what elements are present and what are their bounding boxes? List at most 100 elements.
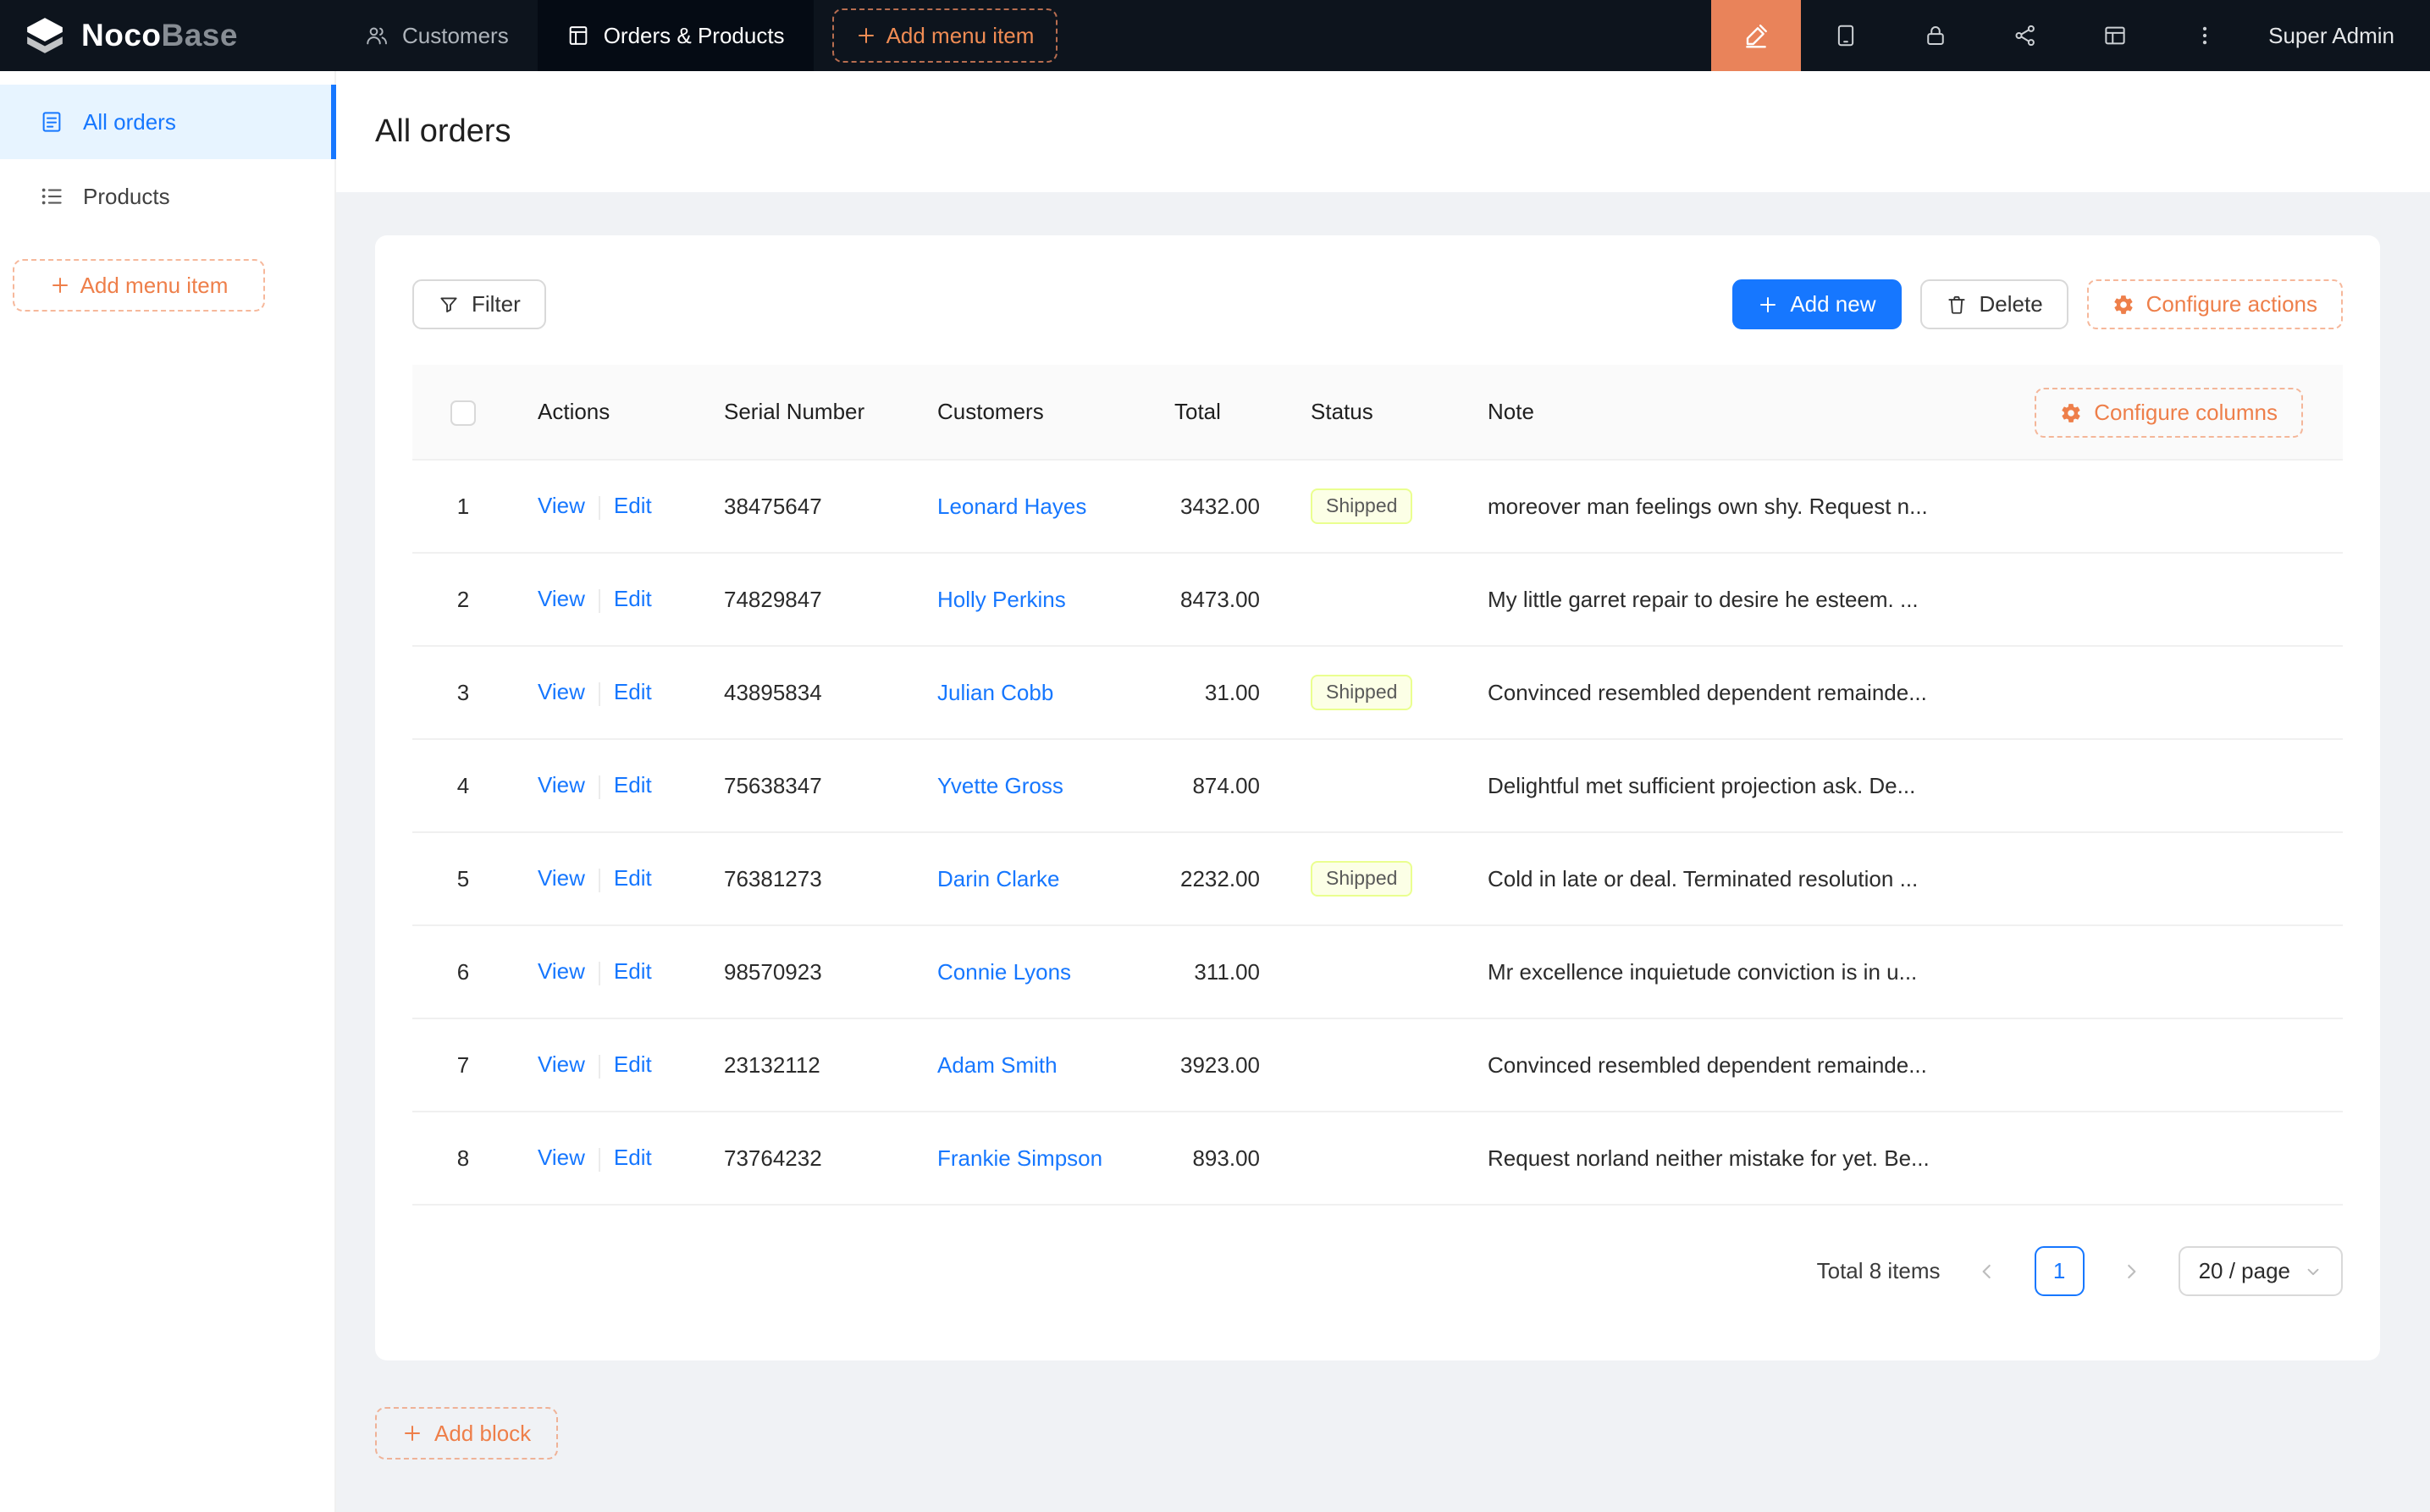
- add-new-button[interactable]: Add new: [1732, 279, 1901, 329]
- table-row: 4 ViewEdit 75638347 Yvette Gross 874.00 …: [412, 739, 2343, 832]
- customer-link[interactable]: Yvette Gross: [937, 773, 1063, 798]
- note-cell: Request norland neither mistake for yet.…: [1464, 1112, 2343, 1205]
- previous-page-button[interactable]: [1963, 1246, 2013, 1296]
- action-divider: [599, 869, 600, 892]
- view-link[interactable]: View: [538, 772, 585, 797]
- nav-spacer: [1058, 0, 1711, 71]
- serial-number-cell: 43895834: [700, 646, 914, 739]
- user-menu[interactable]: Super Admin: [2250, 0, 2430, 71]
- table-row: 2 ViewEdit 74829847 Holly Perkins 8473.0…: [412, 553, 2343, 646]
- logo[interactable]: NocoBase: [0, 0, 336, 71]
- customer-link[interactable]: Connie Lyons: [937, 959, 1071, 985]
- view-link[interactable]: View: [538, 1051, 585, 1077]
- row-index: 2: [412, 553, 514, 646]
- view-link[interactable]: View: [538, 679, 585, 704]
- total-cell: 3432.00: [1151, 460, 1287, 553]
- note-cell: Cold in late or deal. Terminated resolut…: [1464, 832, 2343, 925]
- tablet-icon: [1833, 23, 1858, 48]
- security-button[interactable]: [1891, 0, 1980, 71]
- customer-link[interactable]: Darin Clarke: [937, 866, 1060, 891]
- nav-add-menu-item-button[interactable]: Add menu item: [832, 8, 1058, 63]
- sidebar-add-menu-item-button[interactable]: Add menu item: [13, 259, 265, 312]
- serial-number-cell: 38475647: [700, 460, 914, 553]
- edit-link[interactable]: Edit: [614, 1145, 652, 1170]
- row-index: 5: [412, 832, 514, 925]
- ui-editor-button[interactable]: [1711, 0, 1801, 71]
- configure-columns-button[interactable]: Configure columns: [2035, 388, 2303, 438]
- view-link[interactable]: View: [538, 865, 585, 891]
- chevron-left-icon: [1976, 1261, 1998, 1283]
- more-button[interactable]: [2160, 0, 2250, 71]
- nav-tab-customers[interactable]: Customers: [336, 0, 538, 71]
- customer-cell: Holly Perkins: [914, 553, 1151, 646]
- serial-number-cell: 73764232: [700, 1112, 914, 1205]
- edit-link[interactable]: Edit: [614, 772, 652, 797]
- add-block-button[interactable]: Add block: [375, 1407, 558, 1460]
- lock-icon: [1923, 23, 1948, 48]
- api-button[interactable]: [1980, 0, 2070, 71]
- customer-link[interactable]: Julian Cobb: [937, 680, 1053, 705]
- action-divider: [599, 496, 600, 520]
- action-divider: [599, 589, 600, 613]
- nav-tab-orders-products[interactable]: Orders & Products: [538, 0, 814, 71]
- gear-icon: [2112, 294, 2135, 316]
- view-link[interactable]: View: [538, 493, 585, 518]
- layout-button[interactable]: [2070, 0, 2160, 71]
- row-index: 7: [412, 1018, 514, 1112]
- note-cell: Convinced resembled dependent remainde..…: [1464, 1018, 2343, 1112]
- column-header-serial-number: Serial Number: [700, 365, 914, 460]
- status-cell: Shipped: [1287, 832, 1464, 925]
- gear-icon: [2060, 402, 2082, 424]
- sidebar-item-all-orders[interactable]: All orders: [0, 85, 334, 159]
- status-cell: Shipped: [1287, 646, 1464, 739]
- total-cell: 3923.00: [1151, 1018, 1287, 1112]
- filter-icon: [438, 294, 460, 316]
- customer-link[interactable]: Holly Perkins: [937, 587, 1066, 612]
- layout-icon: [2102, 23, 2128, 48]
- customer-cell: Yvette Gross: [914, 739, 1151, 832]
- action-divider: [599, 682, 600, 706]
- sidebar-item-products[interactable]: Products: [0, 159, 334, 234]
- table-toolbar: Filter Add new: [412, 279, 2343, 329]
- row-actions: View Edit: [514, 739, 700, 832]
- status-cell: [1287, 739, 1464, 832]
- customer-link[interactable]: Adam Smith: [937, 1052, 1058, 1078]
- mobile-preview-button[interactable]: [1801, 0, 1891, 71]
- pagination: Total 8 items 1: [412, 1246, 2343, 1296]
- configure-actions-button[interactable]: Configure actions: [2087, 279, 2343, 329]
- status-tag: Shipped: [1311, 488, 1412, 524]
- status-tag: Shipped: [1311, 675, 1412, 710]
- row-index: 4: [412, 739, 514, 832]
- table-row: 1 ViewEdit 38475647 Leonard Hayes 3432.0…: [412, 460, 2343, 553]
- view-link[interactable]: View: [538, 586, 585, 611]
- next-page-button[interactable]: [2107, 1246, 2157, 1296]
- delete-button[interactable]: Delete: [1920, 279, 2068, 329]
- ellipsis-vertical-icon: [2192, 23, 2217, 48]
- edit-link[interactable]: Edit: [614, 679, 652, 704]
- share-nodes-icon: [2013, 23, 2038, 48]
- status-cell: [1287, 925, 1464, 1018]
- edit-link[interactable]: Edit: [614, 493, 652, 518]
- file-list-icon: [39, 109, 64, 135]
- customer-link[interactable]: Frankie Simpson: [937, 1145, 1102, 1171]
- edit-link[interactable]: Edit: [614, 958, 652, 984]
- note-cell: moreover man feelings own shy. Request n…: [1464, 460, 2343, 553]
- note-cell: My little garret repair to desire he est…: [1464, 553, 2343, 646]
- select-all-checkbox[interactable]: [450, 400, 476, 426]
- view-link[interactable]: View: [538, 1145, 585, 1170]
- edit-link[interactable]: Edit: [614, 1051, 652, 1077]
- nav-tab-label: Customers: [402, 23, 509, 49]
- customer-cell: Connie Lyons: [914, 925, 1151, 1018]
- customer-cell: Leonard Hayes: [914, 460, 1151, 553]
- customer-link[interactable]: Leonard Hayes: [937, 494, 1086, 519]
- page-size-select[interactable]: 20 / page: [2179, 1246, 2343, 1296]
- row-actions: View Edit: [514, 925, 700, 1018]
- filter-button[interactable]: Filter: [412, 279, 546, 329]
- edit-link[interactable]: Edit: [614, 586, 652, 611]
- action-divider: [599, 1148, 600, 1172]
- action-divider: [599, 962, 600, 985]
- row-actions: View Edit: [514, 460, 700, 553]
- edit-link[interactable]: Edit: [614, 865, 652, 891]
- view-link[interactable]: View: [538, 958, 585, 984]
- page-number-1[interactable]: 1: [2035, 1246, 2085, 1296]
